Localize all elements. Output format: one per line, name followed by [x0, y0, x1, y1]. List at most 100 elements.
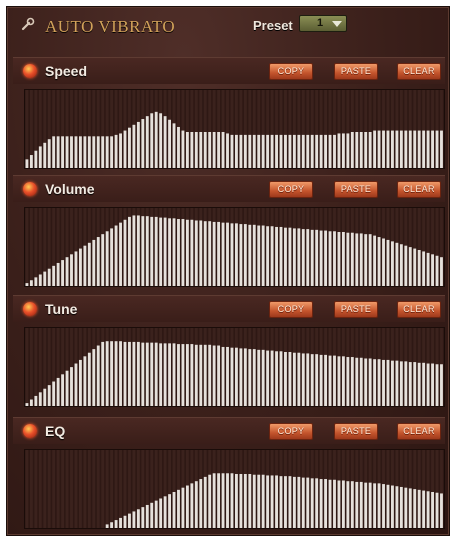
- envelope-bar[interactable]: [87, 242, 91, 286]
- envelope-bar[interactable]: [190, 344, 194, 406]
- envelope-bar[interactable]: [43, 388, 47, 406]
- envelope-bar[interactable]: [288, 134, 292, 168]
- envelope-bar[interactable]: [270, 350, 274, 406]
- envelope-bar[interactable]: [119, 341, 122, 406]
- envelope-bar[interactable]: [190, 483, 194, 528]
- envelope-bar[interactable]: [34, 150, 38, 168]
- envelope-bar[interactable]: [128, 341, 131, 406]
- envelope-bar[interactable]: [74, 251, 78, 286]
- envelope-bar[interactable]: [43, 142, 47, 168]
- envelope-bar[interactable]: [221, 346, 225, 406]
- envelope-bar[interactable]: [386, 484, 390, 528]
- envelope-bar[interactable]: [177, 489, 180, 528]
- envelope-bar[interactable]: [208, 132, 212, 168]
- envelope-bar[interactable]: [399, 486, 403, 528]
- envelope-bar[interactable]: [350, 357, 354, 406]
- envelope-bar[interactable]: [203, 476, 207, 528]
- envelope-bar[interactable]: [123, 130, 127, 168]
- paste-button[interactable]: PASTE: [334, 181, 378, 198]
- envelope-bar[interactable]: [145, 216, 149, 286]
- envelope-bar[interactable]: [252, 349, 256, 406]
- preset-dropdown[interactable]: 1: [299, 15, 347, 32]
- envelope-bar[interactable]: [212, 132, 216, 168]
- envelope-bar[interactable]: [221, 222, 225, 286]
- envelope-bar[interactable]: [181, 344, 185, 406]
- envelope-bar[interactable]: [110, 522, 114, 528]
- envelope-bar[interactable]: [422, 490, 426, 528]
- envelope-bar[interactable]: [422, 251, 426, 286]
- envelope-bar[interactable]: [101, 234, 105, 286]
- envelope-bar[interactable]: [78, 248, 82, 286]
- envelope-bar[interactable]: [154, 111, 158, 168]
- envelope-bar[interactable]: [199, 132, 203, 168]
- envelope-bar[interactable]: [25, 159, 29, 168]
- envelope-bar[interactable]: [435, 492, 439, 528]
- envelope-bar[interactable]: [83, 136, 87, 168]
- envelope-bar[interactable]: [257, 349, 261, 406]
- envelope-bar[interactable]: [65, 136, 69, 168]
- envelope-bar[interactable]: [136, 509, 140, 528]
- envelope-bar[interactable]: [29, 280, 33, 286]
- envelope-bar[interactable]: [275, 134, 278, 168]
- envelope-bar[interactable]: [128, 127, 131, 168]
- envelope-bar[interactable]: [275, 475, 278, 528]
- envelope-bar[interactable]: [141, 216, 145, 286]
- envelope-bar[interactable]: [243, 224, 247, 286]
- envelope-bar[interactable]: [350, 132, 354, 168]
- envelope-bar[interactable]: [315, 134, 319, 168]
- envelope-bar[interactable]: [199, 479, 203, 528]
- envelope-bar[interactable]: [359, 233, 363, 286]
- envelope-bar[interactable]: [310, 354, 314, 406]
- envelope-bar[interactable]: [199, 344, 203, 406]
- envelope-bar[interactable]: [208, 474, 212, 528]
- envelope-bar[interactable]: [404, 361, 408, 406]
- envelope-bar[interactable]: [181, 219, 185, 286]
- paste-button[interactable]: PASTE: [334, 423, 378, 440]
- envelope-bar[interactable]: [408, 247, 412, 286]
- envelope-bar[interactable]: [226, 473, 229, 528]
- envelope-bar[interactable]: [105, 341, 109, 406]
- power-led-icon[interactable]: [23, 424, 37, 438]
- envelope-bar[interactable]: [114, 225, 118, 286]
- envelope-bar[interactable]: [150, 502, 154, 528]
- envelope-bar[interactable]: [440, 364, 443, 406]
- envelope-bar[interactable]: [105, 231, 109, 286]
- envelope-bar[interactable]: [243, 474, 247, 528]
- envelope-bar[interactable]: [239, 134, 243, 168]
- envelope-bar[interactable]: [310, 229, 314, 286]
- envelope-bar[interactable]: [163, 343, 167, 406]
- envelope-bar[interactable]: [25, 403, 29, 406]
- envelope-bar[interactable]: [235, 223, 238, 286]
- envelope-bar[interactable]: [119, 517, 122, 528]
- paste-button[interactable]: PASTE: [334, 63, 378, 80]
- envelope-bar[interactable]: [114, 341, 118, 406]
- envelope-bar[interactable]: [105, 524, 109, 528]
- envelope-bar[interactable]: [56, 262, 60, 286]
- envelope-bar[interactable]: [426, 363, 430, 406]
- envelope-bar[interactable]: [132, 511, 136, 528]
- envelope-bar[interactable]: [47, 268, 51, 286]
- envelope-bar[interactable]: [310, 134, 314, 168]
- paste-button[interactable]: PASTE: [334, 301, 378, 318]
- envelope-bar[interactable]: [350, 481, 354, 528]
- envelope-bar[interactable]: [261, 225, 265, 286]
- envelope-bar[interactable]: [61, 260, 65, 286]
- envelope-bar[interactable]: [150, 342, 154, 406]
- envelope-bar[interactable]: [301, 229, 305, 286]
- envelope-bar[interactable]: [297, 134, 301, 168]
- envelope-bar[interactable]: [426, 130, 430, 168]
- envelope-bar[interactable]: [154, 342, 158, 406]
- envelope-bar[interactable]: [230, 134, 234, 168]
- envelope-bar[interactable]: [373, 235, 377, 286]
- envelope-bar[interactable]: [29, 155, 33, 168]
- envelope-bar[interactable]: [212, 473, 216, 528]
- envelope-bar[interactable]: [190, 132, 194, 168]
- envelope-bar[interactable]: [248, 349, 252, 406]
- envelope-bar[interactable]: [261, 134, 265, 168]
- envelope-bar[interactable]: [426, 252, 430, 286]
- envelope-bar[interactable]: [61, 374, 65, 406]
- envelope-bar[interactable]: [83, 245, 87, 286]
- envelope-bar[interactable]: [301, 353, 305, 406]
- envelope-bar[interactable]: [324, 479, 328, 528]
- envelope-bar[interactable]: [261, 474, 265, 528]
